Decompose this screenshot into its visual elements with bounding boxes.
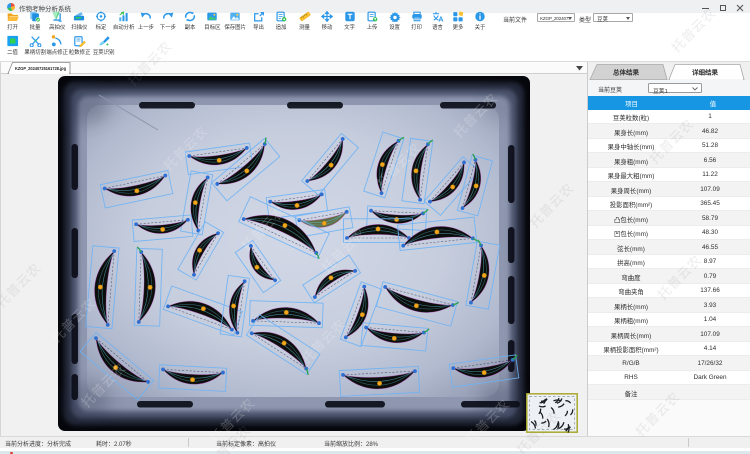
svg-text:总体结果: 总体结果	[613, 68, 640, 77]
svg-text:详细结果: 详细结果	[692, 68, 719, 77]
svg-text:KZGP_20240725161728.jpg: KZGP_20240725161728.jpg	[15, 66, 66, 72]
svg-text:A: A	[438, 17, 443, 22]
